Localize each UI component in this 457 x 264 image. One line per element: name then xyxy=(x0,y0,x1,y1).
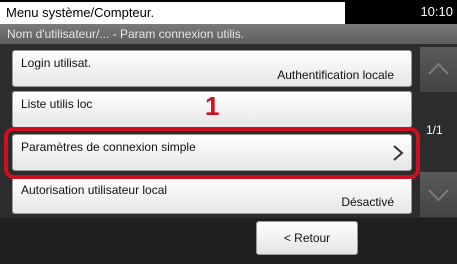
list-item-label: Liste utilis loc xyxy=(21,97,93,111)
top-bar: Menu système/Compteur. 10:10 xyxy=(0,0,457,24)
callout-number: 1 xyxy=(205,91,220,121)
list-item-value: Authentification locale xyxy=(277,68,394,82)
back-button[interactable]: < Retour xyxy=(256,221,358,255)
scroll-down-button[interactable] xyxy=(420,172,457,217)
list-item-label: Paramètres de connexion simple xyxy=(21,140,196,154)
list-item-autorisation-utilisateur-local[interactable]: Autorisation utilisateur local Désactivé xyxy=(12,177,412,214)
list-item-login-utilisateur[interactable]: Login utilisat. Authentification locale xyxy=(12,50,412,87)
chevron-down-icon xyxy=(428,189,449,202)
list-item-label: Autorisation utilisateur local xyxy=(21,183,168,197)
chevron-right-icon xyxy=(393,145,404,161)
breadcrumb: Nom d'utilisateur/... - Param connexion … xyxy=(0,24,457,44)
page-indicator: 1/1 xyxy=(426,123,443,137)
scroll-up-button[interactable] xyxy=(420,47,457,92)
list-item-label: Login utilisat. xyxy=(21,56,92,70)
screen-title: Menu système/Compteur. xyxy=(0,2,345,24)
chevron-up-icon xyxy=(428,62,449,75)
list-item-value: Désactivé xyxy=(341,195,394,209)
clock: 10:10 xyxy=(420,4,453,19)
list-item-parametres-connexion-simple[interactable]: Paramètres de connexion simple xyxy=(12,134,412,171)
screen: Menu système/Compteur. 10:10 Nom d'utili… xyxy=(0,0,457,264)
footer-bar: < Retour xyxy=(0,218,457,264)
